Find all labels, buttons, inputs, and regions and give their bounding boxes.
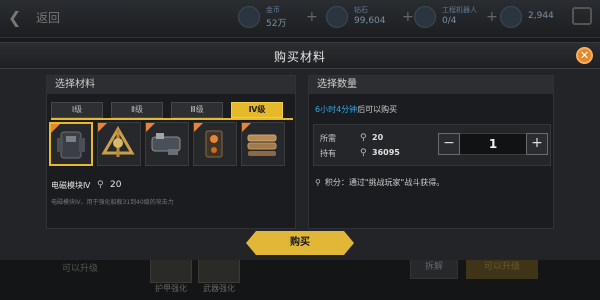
panel-heading: 选择数量 bbox=[309, 76, 553, 94]
trophy-icon: ⚲ bbox=[360, 148, 367, 158]
close-icon[interactable]: ✕ bbox=[576, 47, 593, 64]
tier-tabs: Ⅰ级 Ⅱ级 Ⅲ级 Ⅳ级 bbox=[51, 102, 291, 118]
tab-tier-3[interactable]: Ⅲ级 bbox=[171, 102, 223, 118]
select-quantity-panel: 选择数量 6小时4分钟后可以购买 所需 ⚲ 20 持有 ⚲ 36095 − 1 … bbox=[308, 75, 554, 229]
trophy-icon: ⚲ bbox=[97, 180, 104, 190]
required-label: 所需 bbox=[320, 134, 336, 143]
select-material-panel: 选择材料 Ⅰ级 Ⅱ级 Ⅲ级 Ⅳ级 电磁模块Ⅳ ⚲ 20 电磁模块Ⅳ，用于强化船舰… bbox=[46, 75, 296, 229]
quantity-box: 所需 ⚲ 20 持有 ⚲ 36095 − 1 + bbox=[313, 124, 551, 166]
dialog-title: 购买材料 bbox=[273, 50, 326, 64]
resource-value: 0/4 bbox=[442, 16, 457, 26]
material-list bbox=[49, 122, 295, 168]
resource-name: 金币 bbox=[266, 6, 280, 14]
owned-label: 持有 bbox=[320, 149, 336, 158]
tier-corner bbox=[146, 123, 155, 132]
material-item[interactable] bbox=[193, 122, 237, 166]
decrement-button[interactable]: − bbox=[438, 133, 460, 155]
gold-icon bbox=[238, 6, 260, 28]
selected-material-desc: 电磁模块Ⅳ，用于强化船舰31到40级的攻击力 bbox=[51, 199, 174, 206]
add-robot-icon[interactable]: + bbox=[486, 9, 498, 25]
tab-tier-2[interactable]: Ⅱ级 bbox=[111, 102, 163, 118]
resource-diamond: 钻石 99,604 + bbox=[326, 4, 414, 32]
buy-button[interactable]: 购买 bbox=[246, 231, 354, 255]
resource-value: 52万 bbox=[266, 19, 287, 29]
tile-label: 护甲强化 bbox=[155, 284, 187, 293]
resource-value: 99,604 bbox=[354, 16, 386, 26]
material-item[interactable] bbox=[97, 122, 141, 166]
resource-gold: 金币 52万 + bbox=[238, 4, 318, 32]
add-gold-icon[interactable]: + bbox=[306, 9, 318, 25]
tab-underline bbox=[51, 118, 293, 120]
source-text: ⚲ 积分：通过"挑战玩家"战斗获得。 bbox=[315, 177, 444, 188]
back-arrow-icon[interactable]: ❮ bbox=[8, 8, 21, 27]
top-bar: ❮ 返回 金币 52万 + 钻石 99,604 + 工程机器人 0/4 + 2,… bbox=[0, 0, 600, 38]
increment-button[interactable]: + bbox=[526, 133, 548, 155]
tab-tier-4[interactable]: Ⅳ级 bbox=[231, 102, 283, 118]
owned-value: 36095 bbox=[372, 148, 400, 157]
tier-corner bbox=[98, 123, 107, 132]
cooldown-suffix: 后可以购买 bbox=[357, 105, 398, 114]
tab-tier-1[interactable]: Ⅰ级 bbox=[51, 102, 103, 118]
panel-heading: 选择材料 bbox=[47, 76, 295, 94]
resource-name: 工程机器人 bbox=[442, 6, 477, 14]
selected-material-name: 电磁模块Ⅳ bbox=[51, 181, 91, 190]
cooldown-text: 6小时4分钟后可以购买 bbox=[315, 104, 397, 115]
resource-robot: 工程机器人 0/4 + bbox=[414, 4, 498, 32]
cart-icon[interactable] bbox=[572, 7, 592, 25]
dialog-header: 购买材料 ✕ bbox=[0, 43, 600, 69]
trophy-icon: ⚲ bbox=[360, 133, 367, 143]
material-item[interactable] bbox=[49, 122, 93, 166]
quantity-value[interactable]: 1 bbox=[460, 133, 526, 155]
points-icon bbox=[500, 6, 522, 28]
material-item[interactable] bbox=[241, 122, 285, 166]
can-upgrade-label: 可以升级 bbox=[62, 264, 99, 274]
source-label: 积分：通过"挑战玩家"战斗获得。 bbox=[324, 178, 445, 187]
resource-points: 2,944 bbox=[500, 4, 564, 32]
tier-corner bbox=[194, 123, 203, 132]
add-diamond-icon[interactable]: + bbox=[402, 9, 414, 25]
tier-corner bbox=[51, 124, 60, 133]
diamond-icon bbox=[326, 6, 348, 28]
selected-material-count: 20 bbox=[110, 180, 122, 190]
cooldown-time: 6小时4分钟 bbox=[315, 105, 358, 114]
back-label[interactable]: 返回 bbox=[36, 9, 60, 26]
purchase-dialog: 购买材料 ✕ 选择材料 Ⅰ级 Ⅱ级 Ⅲ级 Ⅳ级 电磁模块Ⅳ ⚲ 20 电磁模块Ⅳ… bbox=[0, 42, 600, 260]
required-value: 20 bbox=[372, 133, 384, 142]
tier-corner bbox=[242, 123, 251, 132]
robot-icon bbox=[414, 6, 436, 28]
resource-value: 2,944 bbox=[528, 11, 554, 21]
material-item[interactable] bbox=[145, 122, 189, 166]
resource-name: 钻石 bbox=[354, 6, 368, 14]
tile-label: 武器强化 bbox=[203, 284, 235, 293]
trophy-icon: ⚲ bbox=[315, 178, 321, 187]
